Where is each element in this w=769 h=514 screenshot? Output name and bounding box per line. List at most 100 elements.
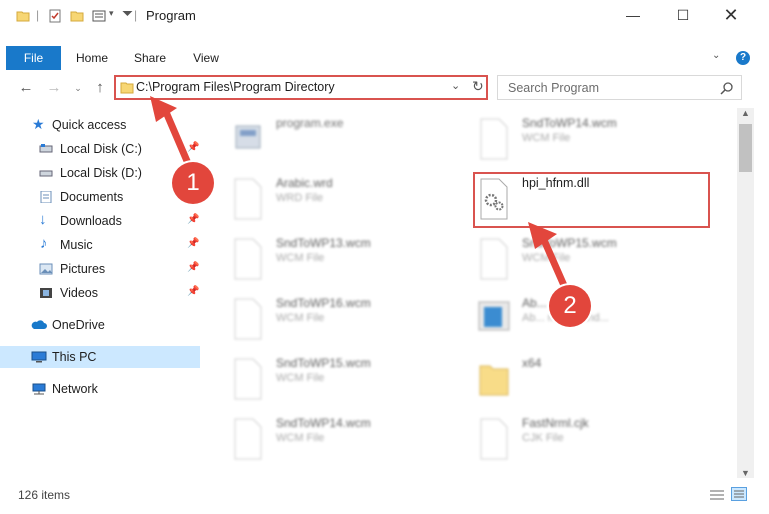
file-item[interactable]: SndToWP15.wcm WCM File (232, 356, 462, 412)
sidebar-item-label: Documents (60, 190, 124, 204)
file-item[interactable]: Ab... .exe Ab... ment hand... (478, 296, 708, 352)
expand-ribbon-icon[interactable]: ⌄ (712, 50, 720, 61)
sidebar-item-label: Local Disk (D:) (60, 166, 142, 180)
search-box[interactable]: Search Program (497, 75, 742, 100)
file-type: WCM File (522, 132, 571, 144)
file-item[interactable]: SndToWP14.wcm WCM File (478, 116, 708, 172)
file-type: WRD File (276, 192, 324, 204)
help-icon[interactable]: ? (736, 51, 750, 65)
file-name: SndToWP14.wcm (522, 116, 617, 130)
new-folder-icon[interactable] (70, 9, 84, 23)
file-item[interactable]: Arabic.wrd WRD File (232, 176, 462, 232)
tab-file[interactable]: File (6, 46, 61, 70)
sidebar-item-label: This PC (52, 350, 97, 364)
sidebar-item-quick-access[interactable]: ★ Quick access (0, 114, 200, 136)
download-icon: ↓ (39, 211, 47, 228)
scroll-down-icon[interactable]: ▼ (741, 468, 750, 478)
folder-item[interactable]: x64 (478, 356, 708, 412)
tab-share[interactable]: Share (128, 46, 172, 70)
chevron-down-icon[interactable]: ▾ (109, 8, 114, 19)
folder-icon[interactable] (16, 9, 30, 23)
sidebar-item-onedrive[interactable]: OneDrive (0, 314, 200, 336)
forward-arrow-icon[interactable]: → (44, 78, 64, 98)
file-item[interactable]: program.exe (232, 116, 462, 172)
file-icon (480, 118, 508, 160)
refresh-icon[interactable]: ↻ (472, 78, 484, 95)
documents-icon (40, 191, 52, 203)
drive-icon (39, 144, 53, 153)
network-icon (32, 383, 46, 395)
file-item[interactable]: SndToWP14.wcm WCM File (232, 416, 462, 472)
view-options-icon[interactable] (92, 9, 106, 23)
pin-icon[interactable]: 📌 (187, 142, 199, 153)
sidebar-item-network[interactable]: Network (0, 378, 200, 400)
folder-icon (120, 82, 134, 94)
folder-icon (479, 365, 509, 396)
sidebar-item-label: Downloads (60, 214, 122, 228)
file-type: WCM File (276, 372, 325, 384)
ribbon-tabs: File Home Share View ⌄ ? (0, 46, 769, 70)
selection-highlight (473, 172, 710, 228)
window-title: Program (146, 8, 196, 23)
file-type: WCM File (276, 432, 325, 444)
pin-icon[interactable]: 📌 (187, 286, 199, 297)
file-item[interactable]: SndToWP16.wcm WCM File (232, 296, 462, 352)
title-bar: | ▾ ⏷ | Program — ☐ ✕ (0, 0, 769, 32)
tab-home[interactable]: Home (70, 46, 114, 70)
recent-locations-icon[interactable]: ⌄ (68, 78, 88, 98)
large-icons-view-icon[interactable] (731, 487, 747, 501)
file-item[interactable]: SndToWP15.wcm WCM File (478, 236, 708, 292)
maximize-button[interactable]: ☐ (660, 0, 706, 30)
scroll-thumb[interactable] (739, 124, 752, 172)
address-dropdown-icon[interactable]: ⌄ (451, 79, 460, 92)
close-button[interactable]: ✕ (708, 0, 754, 30)
file-name: Arabic.wrd (276, 176, 333, 190)
file-item[interactable]: SndToWP13.wcm WCM File (232, 236, 462, 292)
sidebar-item-label: Music (60, 238, 93, 252)
pin-icon[interactable]: 📌 (187, 262, 199, 273)
sidebar-item-downloads[interactable]: ↓ Downloads 📌 (0, 210, 200, 232)
sidebar-item-documents[interactable]: Documents 📌 (0, 186, 200, 208)
sidebar-item-videos[interactable]: Videos 📌 (0, 282, 200, 304)
file-icon (234, 298, 262, 340)
customize-qat-icon[interactable]: ⏷ (122, 5, 133, 22)
music-icon: ♪ (40, 235, 48, 252)
step-badge-2: 2 (549, 285, 591, 327)
scroll-up-icon[interactable]: ▲ (741, 108, 750, 118)
details-view-icon[interactable] (709, 489, 725, 501)
tab-view[interactable]: View (184, 46, 228, 70)
sidebar-item-local-disk-c[interactable]: Local Disk (C:) 📌 (0, 138, 200, 160)
file-type: WCM File (276, 252, 325, 264)
sidebar-item-local-disk-d[interactable]: Local Disk (D:) (0, 162, 200, 184)
address-bar[interactable]: C:\Program Files\Program Directory ⌄ ↻ (114, 75, 488, 100)
status-item-count: 126 items (18, 488, 71, 502)
file-name: x64 (522, 356, 542, 370)
search-icon[interactable] (720, 81, 734, 95)
file-name: SndToWP15.wcm (276, 356, 371, 370)
videos-icon (40, 288, 52, 298)
up-arrow-icon[interactable]: ↑ (90, 78, 110, 98)
file-name: SndToWP13.wcm (276, 236, 371, 250)
sidebar-item-label: Videos (60, 286, 98, 300)
scrollbar[interactable]: ▲ ▼ (737, 108, 754, 478)
pin-icon[interactable]: 📌 (187, 214, 199, 225)
file-name: SndToWP14.wcm (276, 416, 371, 430)
sidebar-item-label: OneDrive (52, 318, 105, 332)
sidebar-item-pictures[interactable]: Pictures 📌 (0, 258, 200, 280)
computer-icon (31, 351, 47, 363)
file-icon (234, 238, 262, 280)
star-icon: ★ (32, 116, 45, 132)
sidebar-item-music[interactable]: ♪ Music 📌 (0, 234, 200, 256)
file-item[interactable]: FastNrml.cjk CJK File (478, 416, 708, 472)
file-type: CJK File (522, 432, 564, 444)
cloud-icon (31, 320, 47, 329)
minimize-button[interactable]: — (610, 0, 656, 30)
pin-icon[interactable]: 📌 (187, 238, 199, 249)
file-type: WCM File (522, 252, 571, 264)
step-badge-1: 1 (172, 162, 214, 204)
file-type: WCM File (276, 312, 325, 324)
back-arrow-icon[interactable]: ← (16, 78, 36, 98)
sidebar-item-this-pc[interactable]: This PC (0, 346, 200, 368)
properties-icon[interactable] (48, 9, 62, 23)
search-input[interactable]: Search Program (508, 81, 599, 95)
